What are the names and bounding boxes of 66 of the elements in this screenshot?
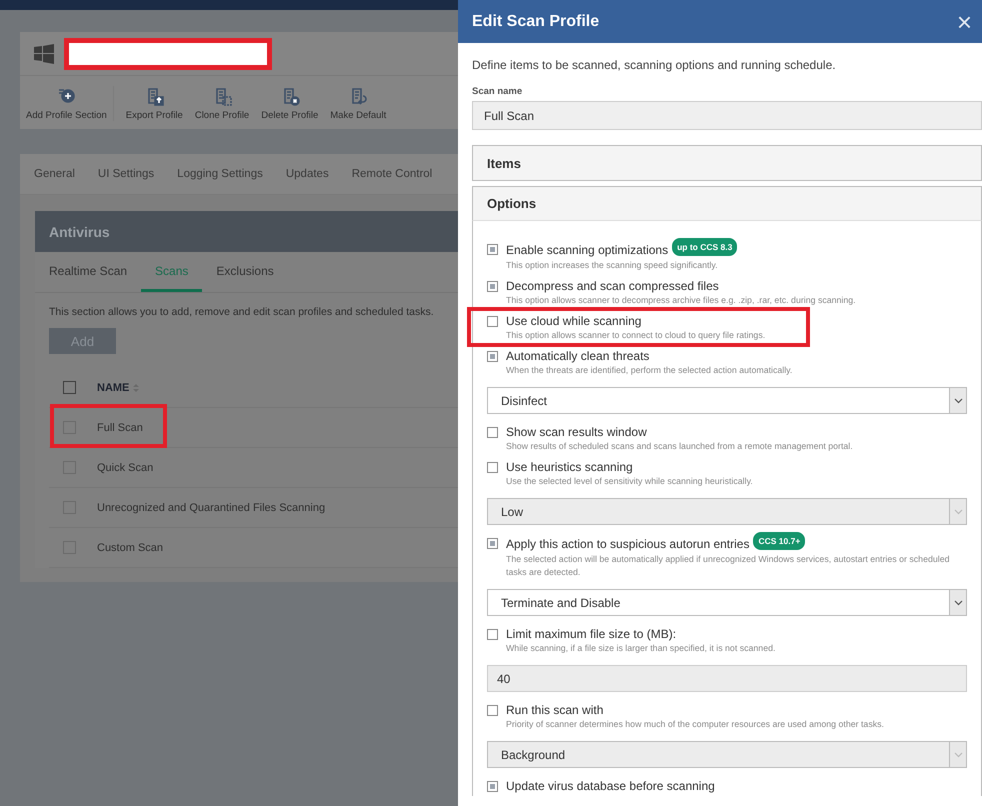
close-button[interactable]: ×	[952, 8, 976, 34]
dropdown-select[interactable]: Disinfect	[487, 387, 967, 414]
chevron-down-icon	[954, 508, 962, 514]
section-header[interactable]: Options	[472, 186, 982, 221]
select-all-checkbox[interactable]	[63, 381, 76, 394]
chevron-down-icon	[954, 398, 962, 404]
checkbox[interactable]	[487, 781, 498, 792]
windows-logo-icon	[34, 44, 54, 64]
dropdown-select[interactable]: Terminate and Disable	[487, 589, 967, 616]
option-label: Apply this action to suspicious autorun entries	[506, 536, 750, 552]
table-cell: Custom Scan	[97, 542, 164, 554]
settings-tab[interactable]: UI Settings	[98, 168, 154, 180]
toolbar-button[interactable]: Export Profile	[120, 86, 189, 121]
dialog-title: Edit Scan Profile	[472, 12, 600, 30]
option-label: Use heuristics scanning	[506, 459, 633, 475]
checkbox[interactable]	[487, 705, 498, 716]
checkbox[interactable]	[487, 538, 498, 549]
version-badge: CCS 10.7+	[753, 532, 806, 550]
section-description: This section allows you to add, remove and edit scan profiles and scheduled tasks.	[48, 305, 435, 318]
version-badge: up to CCS 8.3	[672, 238, 738, 256]
section-tab[interactable]: Realtime Scan	[35, 252, 142, 292]
option-label: Use cloud while scanning	[506, 313, 642, 329]
option-description: While scanning, if a file size is larger than specified, it is not scanned.	[506, 642, 776, 655]
dialog-intro: Define items to be scanned, scanning options and running schedule.	[472, 58, 837, 72]
table-cell: Full Scan	[97, 422, 143, 434]
settings-tab[interactable]: General	[34, 168, 75, 180]
chevron-down-icon	[954, 600, 962, 606]
checkbox[interactable]	[487, 462, 498, 473]
panel-title: Antivirus	[35, 211, 458, 252]
field-label: Scan name	[472, 86, 524, 97]
checkbox[interactable]	[487, 629, 498, 640]
option-description: Priority of scanner determines how much of the computer resources are used among other tasks.	[506, 718, 884, 731]
option-label: Show scan results window	[506, 424, 647, 440]
option-label: Update virus database before scanning	[506, 778, 715, 794]
scan-name-field[interactable]: Full Scan	[472, 101, 982, 130]
settings-tab[interactable]: Updates	[286, 168, 329, 180]
chevron-down-icon	[954, 752, 962, 758]
option-description: This option allows scanner to connect to cloud to query file ratings.	[506, 329, 766, 342]
option-description: When the threats are identified, perform the selected action automatically.	[506, 364, 792, 377]
checkbox[interactable]	[487, 427, 498, 438]
section-header[interactable]: Items	[472, 145, 982, 181]
checkbox[interactable]	[487, 244, 498, 255]
option-description: Use the selected level of sensitivity while scanning heuristically.	[506, 475, 753, 488]
option-description: This option increases the scanning speed significantly.	[506, 259, 719, 272]
option-label: Run this scan with	[506, 702, 604, 718]
option-description: Show results of scheduled scans and scans launched from a remote management portal.	[506, 440, 853, 453]
toolbar-button[interactable]: Clone Profile	[188, 86, 256, 121]
option-label: Limit maximum file size to (MB):	[506, 626, 676, 642]
option-description: This option allows scanner to decompress archive files e.g. .zip, .rar, etc. during scanning.	[506, 294, 856, 307]
table-cell: Quick Scan	[97, 462, 154, 474]
checkbox[interactable]	[487, 351, 498, 362]
option-description: The selected action will be automatically applied if unrecognized Windows services, autostart entries or scheduled tasks are detected.	[506, 553, 950, 579]
option-label: Enable scanning optimizations	[506, 242, 668, 258]
table-cell: Unrecognized and Quarantined Files Scanning	[97, 502, 326, 514]
plus-circle-icon	[56, 86, 76, 106]
toolbar-button[interactable]: Make Default	[324, 86, 392, 121]
settings-tab[interactable]: Remote Control	[352, 168, 432, 180]
toolbar-button[interactable]: Delete Profile	[255, 86, 324, 121]
section-tab[interactable]: Exclusions	[202, 252, 288, 292]
column-header: NAME	[97, 382, 130, 394]
option-label: Decompress and scan compressed files	[506, 278, 719, 294]
settings-tab[interactable]: Logging Settings	[177, 168, 263, 180]
checkbox[interactable]	[487, 281, 498, 292]
toolbar-button[interactable]: Add Profile Section	[20, 86, 114, 121]
checkbox[interactable]	[487, 316, 498, 327]
option-label: Automatically clean threats	[506, 348, 650, 364]
